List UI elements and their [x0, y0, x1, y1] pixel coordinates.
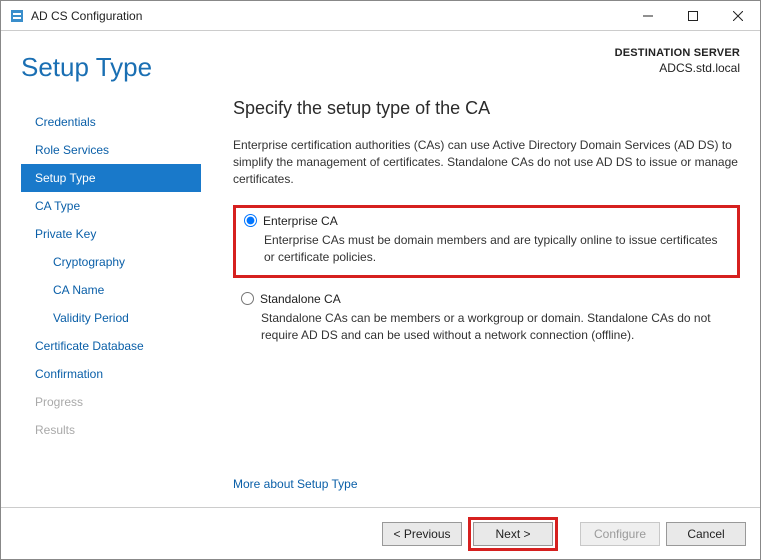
- wizard-footer: < Previous Next > Configure Cancel: [1, 507, 760, 559]
- wizard-window: AD CS Configuration Setup Type DESTINATI…: [0, 0, 761, 560]
- close-button[interactable]: [715, 1, 760, 30]
- previous-button[interactable]: < Previous: [382, 522, 462, 546]
- sidebar-item-credentials[interactable]: Credentials: [21, 108, 201, 136]
- window-title: AD CS Configuration: [31, 9, 142, 23]
- sidebar-item-certificate-database[interactable]: Certificate Database: [21, 332, 201, 360]
- intro-text: Enterprise certification authorities (CA…: [233, 137, 740, 189]
- option-row[interactable]: Standalone CA: [241, 292, 732, 306]
- sidebar-item-ca-type[interactable]: CA Type: [21, 192, 201, 220]
- option-standalone-ca: Standalone CA Standalone CAs can be membe…: [233, 286, 740, 353]
- option-label: Enterprise CA: [263, 214, 338, 228]
- option-description: Standalone CAs can be members or a workg…: [261, 310, 732, 345]
- option-radio[interactable]: [244, 214, 257, 227]
- more-about-link[interactable]: More about Setup Type: [233, 477, 740, 491]
- options-group: Enterprise CA Enterprise CAs must be doma…: [233, 205, 740, 361]
- sidebar-item-role-services[interactable]: Role Services: [21, 136, 201, 164]
- option-row[interactable]: Enterprise CA: [244, 214, 729, 228]
- wizard-sidebar: CredentialsRole ServicesSetup TypeCA Typ…: [21, 92, 201, 507]
- sidebar-item-progress: Progress: [21, 388, 201, 416]
- main-heading: Specify the setup type of the CA: [233, 98, 740, 119]
- option-label: Standalone CA: [260, 292, 341, 306]
- sidebar-item-private-key[interactable]: Private Key: [21, 220, 201, 248]
- sidebar-item-validity-period[interactable]: Validity Period: [21, 304, 201, 332]
- sidebar-item-results: Results: [21, 416, 201, 444]
- minimize-button[interactable]: [625, 1, 670, 30]
- titlebar: AD CS Configuration: [1, 1, 760, 31]
- configure-button: Configure: [580, 522, 660, 546]
- page-title: Setup Type: [21, 53, 152, 82]
- sidebar-item-ca-name[interactable]: CA Name: [21, 276, 201, 304]
- next-button[interactable]: Next >: [473, 522, 553, 546]
- option-enterprise-ca: Enterprise CA Enterprise CAs must be doma…: [233, 205, 740, 278]
- header: Setup Type DESTINATION SERVER ADCS.std.l…: [1, 31, 760, 82]
- destination-server: ADCS.std.local: [615, 61, 740, 75]
- sidebar-item-confirmation[interactable]: Confirmation: [21, 360, 201, 388]
- option-radio[interactable]: [241, 292, 254, 305]
- destination-label: DESTINATION SERVER: [615, 47, 740, 59]
- sidebar-item-cryptography[interactable]: Cryptography: [21, 248, 201, 276]
- main-panel: Specify the setup type of the CA Enterpr…: [201, 92, 740, 507]
- option-description: Enterprise CAs must be domain members an…: [264, 232, 729, 267]
- sidebar-item-setup-type[interactable]: Setup Type: [21, 164, 201, 192]
- destination-block: DESTINATION SERVER ADCS.std.local: [615, 47, 740, 75]
- app-icon: [9, 8, 25, 24]
- maximize-button[interactable]: [670, 1, 715, 30]
- cancel-button[interactable]: Cancel: [666, 522, 746, 546]
